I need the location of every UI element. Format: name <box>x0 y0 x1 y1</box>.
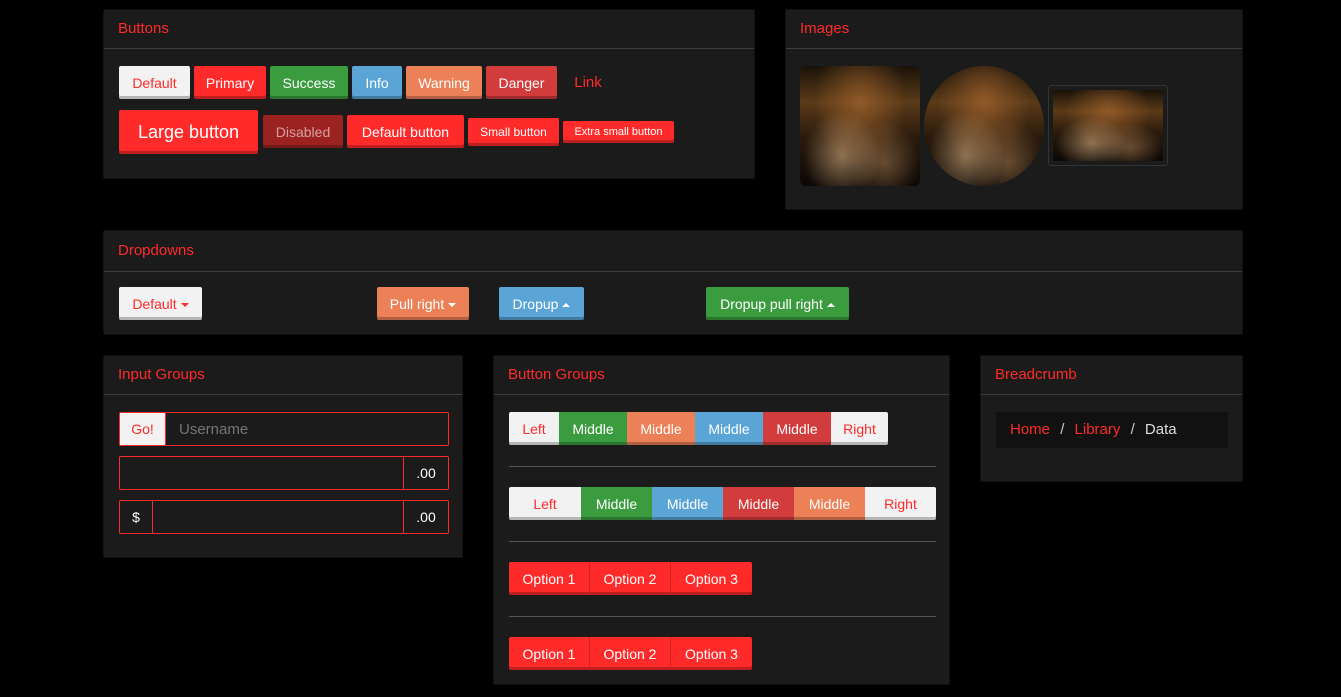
button-groups-panel: Button Groups Left Middle Middle Middle … <box>493 355 950 685</box>
breadcrumb-item-library[interactable]: Library <box>1075 421 1121 438</box>
small-button[interactable]: Small button <box>468 118 559 146</box>
dropup-button[interactable]: Dropup <box>499 287 584 320</box>
dropup-pull-right-label: Dropup pull right <box>720 295 823 312</box>
pull-right-dropdown-label: Pull right <box>389 295 445 312</box>
breadcrumb-item-data: Data <box>1144 421 1177 438</box>
breadcrumb-separator: / <box>1060 421 1065 438</box>
breadcrumb: Home / Library / Data <box>996 412 1228 448</box>
decimal-suffix: .00 <box>403 457 448 489</box>
caret-down-icon <box>448 302 457 307</box>
divider <box>509 541 936 542</box>
dropup-pull-right-button[interactable]: Dropup pull right <box>706 287 849 320</box>
buttons-panel-title: Buttons <box>104 10 754 49</box>
button-groups-panel-title: Button Groups <box>494 356 949 395</box>
buttons-panel: Buttons Default Primary Success Info War… <box>103 9 755 179</box>
amount-input-group: .00 <box>119 456 449 491</box>
group2-middle-button[interactable]: Middle <box>794 487 865 520</box>
link-button[interactable]: Link <box>563 66 613 99</box>
dropdowns-panel: Dropdowns Default Pull right Dropup Drop… <box>103 230 1243 335</box>
default-dropdown-label: Default <box>132 295 177 312</box>
info-button[interactable]: Info <box>352 66 402 99</box>
decimal-suffix: .00 <box>403 501 448 533</box>
group2-middle-button[interactable]: Middle <box>723 487 794 520</box>
breadcrumb-separator: / <box>1130 421 1135 438</box>
rounded-image <box>800 66 920 186</box>
group1-middle-button[interactable]: Middle <box>559 412 627 445</box>
large-button[interactable]: Large button <box>119 110 258 154</box>
group1-middle-button[interactable]: Middle <box>695 412 763 445</box>
dropup-label: Dropup <box>512 295 559 312</box>
go-button[interactable]: Go! <box>120 413 166 445</box>
group1-middle-button[interactable]: Middle <box>763 412 831 445</box>
currency-input-group: $ .00 <box>119 500 449 535</box>
dropdowns-panel-title: Dropdowns <box>104 231 1242 272</box>
group2-right-button[interactable]: Right <box>865 487 936 520</box>
dollar-prefix: $ <box>120 501 153 533</box>
images-panel: Images <box>785 9 1243 210</box>
success-button[interactable]: Success <box>270 66 348 99</box>
amount-input[interactable] <box>120 457 408 491</box>
group2-left-button[interactable]: Left <box>509 487 581 520</box>
extra-small-button[interactable]: Extra small button <box>563 121 674 143</box>
breadcrumb-panel: Breadcrumb Home / Library / Data <box>980 355 1243 482</box>
default-button[interactable]: Default <box>119 66 190 99</box>
caret-down-icon <box>180 302 189 307</box>
group4-option-button[interactable]: Option 1 <box>509 637 590 670</box>
group3-option-button[interactable]: Option 3 <box>671 562 752 595</box>
caret-up-icon <box>562 302 571 307</box>
pull-right-dropdown-button[interactable]: Pull right <box>377 287 469 320</box>
images-panel-title: Images <box>786 10 1242 49</box>
primary-button[interactable]: Primary <box>194 66 266 99</box>
thumbnail-image-frame <box>1048 85 1168 166</box>
group2-middle-button[interactable]: Middle <box>652 487 723 520</box>
input-groups-panel: Input Groups Go! .00 $ .00 <box>103 355 463 558</box>
circle-image <box>924 66 1044 186</box>
default-dropdown-button[interactable]: Default <box>119 287 202 320</box>
group1-left-button[interactable]: Left <box>509 412 559 445</box>
username-input[interactable] <box>167 413 447 445</box>
warning-button[interactable]: Warning <box>406 66 482 99</box>
group3-option-button[interactable]: Option 1 <box>509 562 590 595</box>
default-size-button[interactable]: Default button <box>347 115 464 148</box>
group4-option-button[interactable]: Option 3 <box>671 637 752 670</box>
group2-middle-button[interactable]: Middle <box>581 487 652 520</box>
disabled-button: Disabled <box>263 115 343 148</box>
thumbnail-image <box>1053 90 1163 161</box>
currency-input[interactable] <box>154 501 408 535</box>
divider <box>509 616 936 617</box>
caret-up-icon <box>826 302 835 307</box>
group1-middle-button[interactable]: Middle <box>627 412 695 445</box>
group4-option-button[interactable]: Option 2 <box>590 637 671 670</box>
breadcrumb-item-home[interactable]: Home <box>1010 421 1050 438</box>
divider <box>509 466 936 467</box>
input-groups-panel-title: Input Groups <box>104 356 462 395</box>
username-input-group: Go! <box>119 412 449 446</box>
breadcrumb-panel-title: Breadcrumb <box>981 356 1242 395</box>
danger-button[interactable]: Danger <box>486 66 557 99</box>
group1-right-button[interactable]: Right <box>831 412 888 445</box>
group3-option-button[interactable]: Option 2 <box>590 562 671 595</box>
